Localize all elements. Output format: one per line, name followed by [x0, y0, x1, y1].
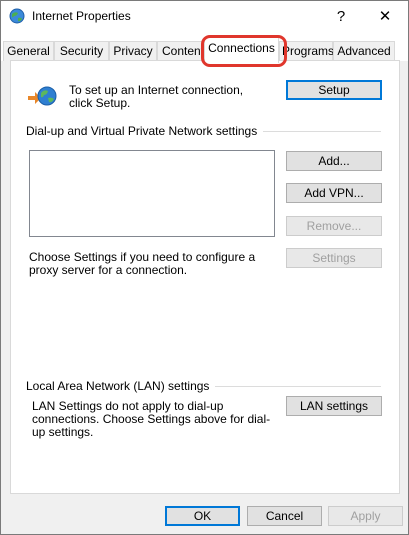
cancel-button[interactable]: Cancel	[247, 506, 322, 526]
tab-privacy[interactable]: Privacy	[109, 41, 157, 61]
lan-info-text: LAN Settings do not apply to dial-up con…	[32, 399, 271, 439]
remove-button[interactable]: Remove...	[286, 216, 382, 236]
setup-intro-text: To set up an Internet connection, click …	[69, 83, 244, 110]
lan-settings-button[interactable]: LAN settings	[286, 396, 382, 416]
globe-connection-icon	[28, 86, 57, 106]
help-button[interactable]: ?	[319, 1, 363, 31]
tab-strip: General Security Privacy Content Connect…	[1, 31, 408, 63]
close-button[interactable]: ✕	[363, 1, 407, 31]
tab-advanced[interactable]: Advanced	[333, 41, 395, 61]
title-bar: Internet Properties ? ✕	[1, 1, 408, 31]
tab-programs[interactable]: Programs	[279, 41, 334, 61]
tab-security[interactable]: Security	[54, 41, 109, 61]
connections-panel: To set up an Internet connection, click …	[10, 60, 400, 494]
tab-general[interactable]: General	[3, 41, 54, 61]
tab-connections[interactable]: Connections	[204, 37, 279, 63]
dialup-group-label: Dial-up and Virtual Private Network sett…	[26, 124, 264, 138]
setup-button[interactable]: Setup	[286, 80, 382, 100]
dialog-button-bar: OK Cancel Apply	[1, 496, 408, 534]
tab-content[interactable]: Content	[157, 41, 203, 61]
internet-properties-dialog: Internet Properties ? ✕ General Security…	[0, 0, 409, 535]
add-button[interactable]: Add...	[286, 151, 382, 171]
lan-group-label: Local Area Network (LAN) settings	[26, 379, 216, 393]
ok-button[interactable]: OK	[165, 506, 240, 526]
proxy-info-text: Choose Settings if you need to configure…	[29, 250, 256, 277]
internet-globe-icon	[9, 8, 25, 24]
settings-button[interactable]: Settings	[286, 248, 382, 268]
add-vpn-button[interactable]: Add VPN...	[286, 183, 382, 203]
connections-listbox[interactable]	[29, 150, 275, 237]
apply-button[interactable]: Apply	[328, 506, 403, 526]
window-title: Internet Properties	[32, 9, 131, 23]
